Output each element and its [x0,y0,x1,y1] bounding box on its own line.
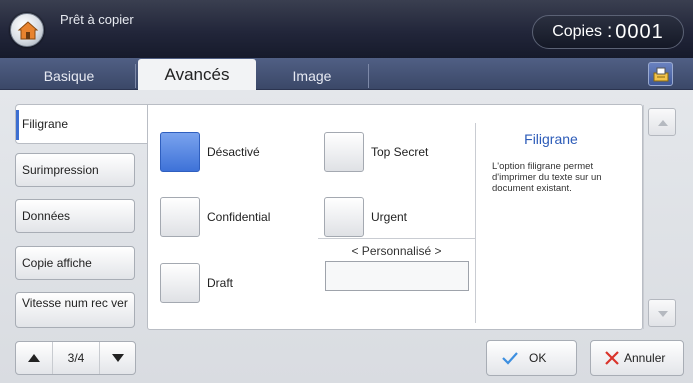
chevron-up-icon [658,120,668,126]
option-label: Confidential [207,210,271,224]
status-title: Prêt à copier [60,12,134,27]
job-queue-icon [653,67,669,82]
sidebar-item-filigrane[interactable]: Filigrane [15,104,148,144]
header-bar: Prêt à copier Copies : 0001 [0,0,693,58]
option-desactive[interactable]: Désactivé [160,132,260,172]
tab-bar: Basique Avancés Image [0,58,693,91]
option-top-secret[interactable]: Top Secret [324,132,428,172]
page-navigator: 3/4 [15,341,136,375]
tab-avances[interactable]: Avancés [138,59,256,91]
sidebar-item-vitesse-num[interactable]: Vitesse num rec ver [15,292,135,328]
sidebar-item-label: Copie affiche [22,256,92,270]
option-checkbox[interactable] [324,132,364,172]
job-queue-button[interactable] [648,62,673,86]
scrollbar-track [643,105,644,329]
divider [318,238,475,239]
option-checkbox[interactable] [160,197,200,237]
option-urgent[interactable]: Urgent [324,197,407,237]
copies-separator: : [607,21,613,42]
option-label: Urgent [371,210,408,224]
copy-screen: Prêt à copier Copies : 0001 Basique Avan… [0,0,693,383]
chevron-down-icon [658,311,668,317]
option-checkbox[interactable] [324,197,364,237]
sidebar-item-donnees[interactable]: Données [15,199,135,233]
sidebar-item-label: Surimpression [22,163,99,177]
triangle-up-icon [28,354,40,362]
page-down-button[interactable] [100,342,136,374]
personnalise-input[interactable] [325,261,469,291]
tab-divider [135,64,136,88]
option-checkbox[interactable] [160,132,200,172]
scroll-down-button[interactable] [648,299,676,327]
check-icon [502,352,518,365]
copies-label: Copies [552,23,603,40]
copies-counter[interactable]: Copies : 0001 [532,15,684,49]
tab-image[interactable]: Image [256,62,368,90]
tab-basique[interactable]: Basique [8,62,130,90]
page-up-button[interactable] [16,342,52,374]
option-checkbox[interactable] [160,263,200,303]
option-label: Désactivé [207,145,260,159]
cancel-label: Annuler [624,351,666,365]
ok-label: OK [529,351,547,365]
triangle-down-icon [112,354,124,362]
home-icon [17,21,39,40]
home-button[interactable] [10,13,44,47]
sidebar-item-label: Données [22,209,71,223]
personnalise-label: < Personnalisé > [351,244,442,258]
cancel-button[interactable]: Annuler [590,340,684,376]
option-label: Top Secret [371,145,429,159]
sidebar-item-copie-affiche[interactable]: Copie affiche [15,246,135,280]
options-panel: Désactivé Confidential Draft Top Secret … [147,104,676,330]
page-indicator: 3/4 [52,342,100,374]
scroll-up-button[interactable] [648,108,676,136]
tab-divider [368,64,369,88]
sidebar-item-label: Vitesse num rec ver [22,296,128,310]
sidebar-item-label: Filigrane [22,117,69,131]
copies-value: 0001 [615,20,664,43]
content-area: Filigrane Surimpression Données Copie af… [0,90,693,383]
option-label: Draft [207,276,234,290]
sidebar-item-surimpression[interactable]: Surimpression [15,153,135,187]
option-confidential[interactable]: Confidential [160,197,270,237]
description-title: Filigrane [524,131,578,147]
close-icon [605,351,619,365]
ok-button[interactable]: OK [486,340,577,376]
divider [475,123,476,323]
description-text: L'option filigrane permet d'imprimer du … [492,161,602,194]
option-draft[interactable]: Draft [160,263,233,303]
